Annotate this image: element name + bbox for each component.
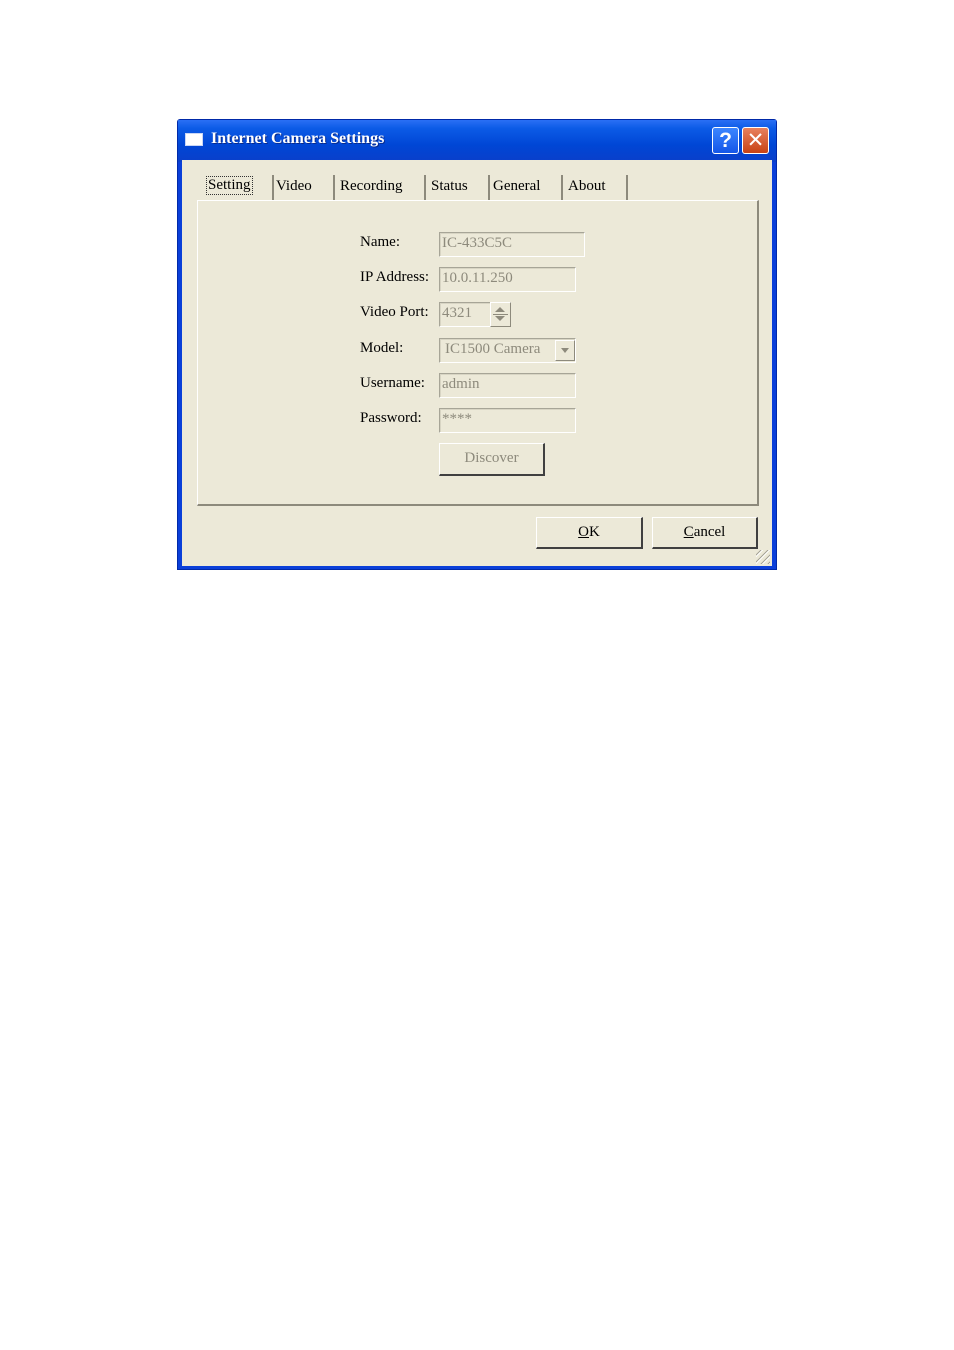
spin-down-icon[interactable] (495, 316, 505, 321)
help-icon: ? (719, 129, 732, 152)
dialog-client-area: Setting Video Recording Status General A… (182, 160, 772, 566)
ip-address-field[interactable]: 10.0.11.250 (439, 267, 576, 292)
cancel-label-rest: ancel (693, 524, 726, 540)
username-label: Username: (360, 375, 425, 391)
cancel-button[interactable]: Cancel (652, 517, 758, 549)
ip-address-value: 10.0.11.250 (442, 270, 513, 286)
window-icon (185, 133, 203, 146)
ip-address-label: IP Address: (360, 269, 430, 285)
video-port-spinner[interactable] (490, 302, 511, 327)
model-value: IC1500 Camera (445, 341, 541, 357)
username-field[interactable]: admin (439, 373, 576, 398)
cancel-accelerator: C (683, 524, 694, 540)
name-label: Name: (360, 234, 400, 250)
name-value: IC-433C5C (442, 235, 513, 251)
video-port-field[interactable]: 4321 (439, 302, 491, 327)
window-title: Internet Camera Settings (211, 130, 385, 147)
dropdown-arrow-icon (561, 348, 569, 353)
model-dropdown-button[interactable] (555, 340, 575, 361)
tab-recording[interactable]: Recording (340, 175, 426, 201)
close-icon: ✕ (746, 129, 765, 152)
spin-up-icon[interactable] (495, 307, 505, 312)
username-value: admin (442, 376, 480, 392)
spin-divider (493, 314, 508, 315)
password-field[interactable]: **** (439, 408, 576, 433)
name-field[interactable]: IC-433C5C (439, 232, 585, 257)
resize-grip-icon[interactable] (756, 550, 770, 564)
ok-accelerator: O (578, 524, 589, 540)
tab-about[interactable]: About (568, 175, 628, 201)
password-value: **** (442, 411, 472, 427)
video-port-value: 4321 (442, 305, 472, 321)
close-button[interactable]: ✕ (742, 127, 769, 154)
title-bar[interactable]: Internet Camera Settings ? ✕ (178, 120, 776, 162)
tab-setting[interactable]: Setting (206, 175, 274, 201)
discover-button[interactable]: Discover (439, 443, 545, 476)
model-label: Model: (360, 340, 404, 356)
help-button[interactable]: ? (712, 127, 739, 154)
password-label: Password: (360, 410, 422, 426)
tab-video[interactable]: Video (276, 175, 335, 201)
ok-button[interactable]: OK (536, 517, 643, 549)
video-port-label: Video Port: (360, 304, 429, 320)
tab-status[interactable]: Status (431, 175, 490, 201)
settings-dialog: Internet Camera Settings ? ✕ Setting Vid… (177, 119, 777, 570)
tab-general[interactable]: General (493, 175, 563, 201)
ok-label-rest: K (589, 524, 600, 540)
